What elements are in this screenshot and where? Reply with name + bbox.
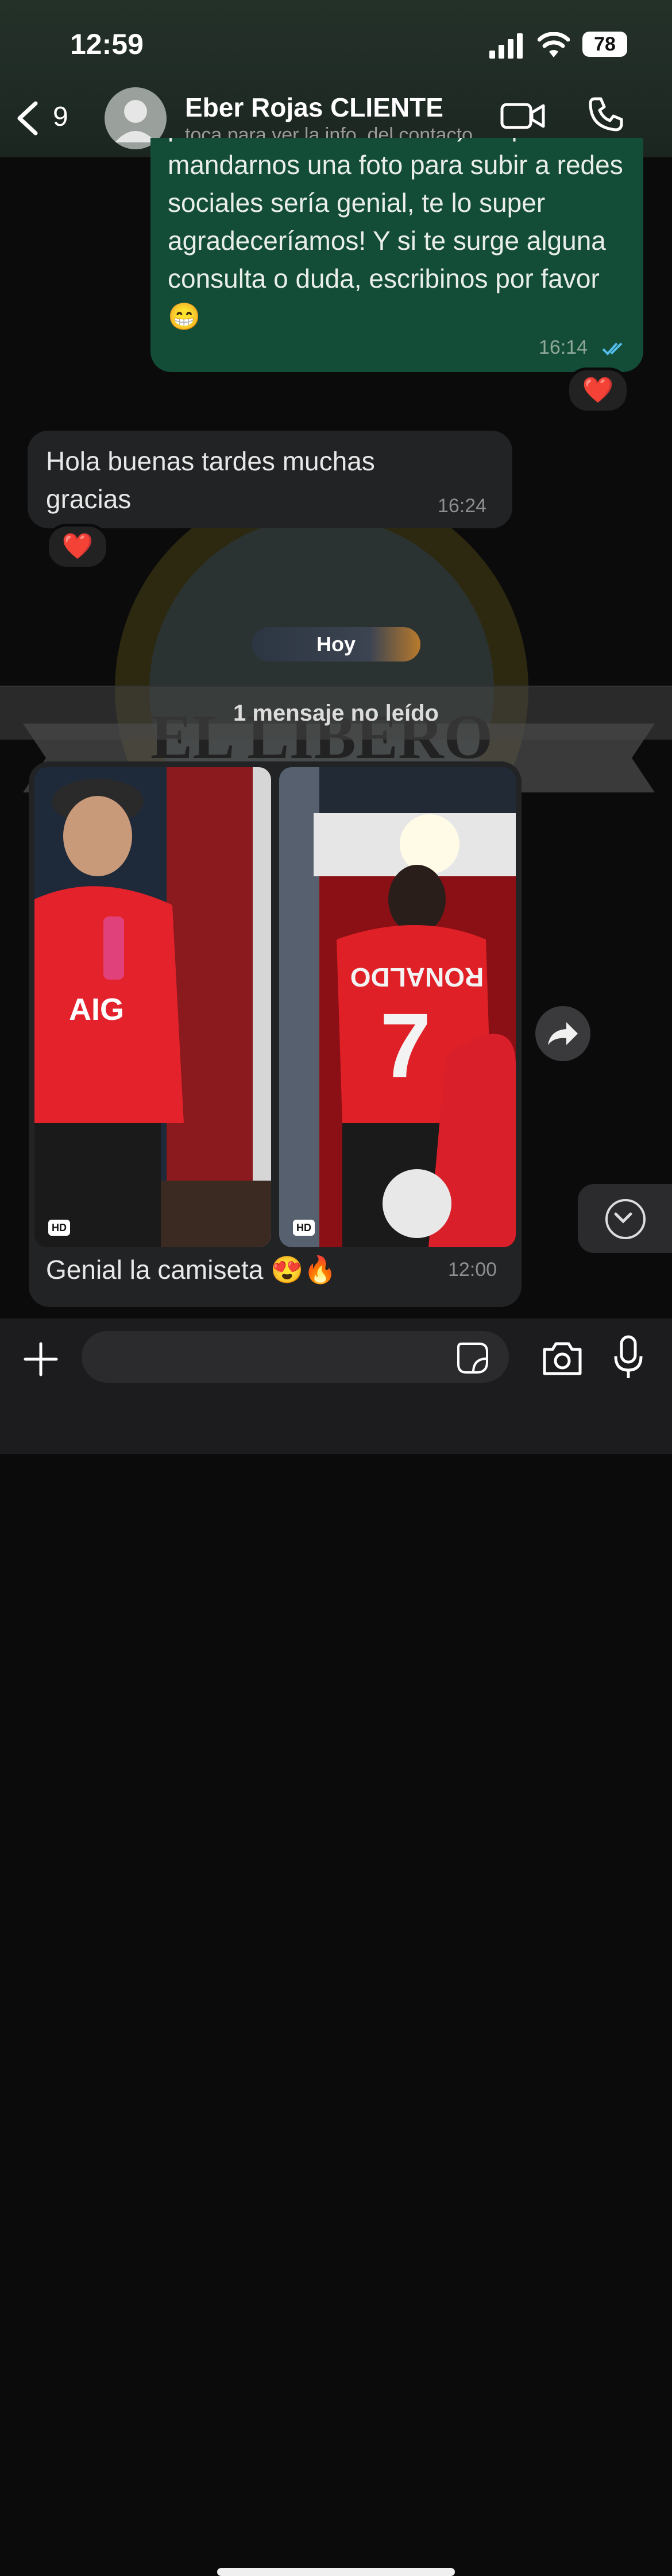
message-time: 12:00: [448, 1259, 497, 1281]
incoming-message[interactable]: Hola buenas tardes muchas gracias 16:24: [28, 431, 512, 528]
message-composer: [0, 1318, 672, 2576]
forward-arrow-icon: [548, 1022, 578, 1045]
home-indicator: [217, 2568, 455, 2576]
shirt-sponsor-text: AIG: [69, 992, 124, 1027]
incoming-media-message[interactable]: AIG HD RONALDO 7 HD Genial la camiseta 😍…: [29, 761, 522, 1307]
shirt-name-text: RONALDO: [350, 962, 484, 992]
wifi-icon: [538, 32, 570, 57]
phone-call-icon[interactable]: [587, 95, 625, 133]
message-time: 16:24: [438, 495, 487, 517]
date-separator: Hoy: [252, 627, 420, 662]
message-text: personal de encomienda). Si podes mandar…: [168, 138, 623, 331]
plus-icon[interactable]: [22, 1340, 60, 1378]
back-chevron-icon[interactable]: [14, 101, 43, 136]
forward-button[interactable]: [535, 1006, 590, 1061]
read-ticks-icon: [602, 342, 623, 355]
signal-icon: [489, 33, 523, 59]
message-text: Hola buenas tardes muchas gracias: [46, 446, 375, 514]
photo-thumbnail[interactable]: RONALDO 7 HD: [279, 767, 516, 1247]
message-input[interactable]: [82, 1331, 509, 1383]
camera-icon[interactable]: [541, 1340, 584, 1376]
unread-chats-count[interactable]: 9: [53, 101, 68, 133]
scroll-to-bottom-button[interactable]: [578, 1184, 672, 1253]
chevron-down-icon: [605, 1199, 646, 1239]
media-caption: Genial la camiseta 😍🔥: [46, 1255, 337, 1285]
outgoing-message[interactable]: personal de encomienda). Si podes mandar…: [150, 138, 643, 372]
shirt-number-text: 7: [380, 994, 431, 1097]
microphone-icon[interactable]: [612, 1335, 644, 1380]
message-time: 16:14: [539, 336, 588, 358]
chat-header: 12:59 78 9 Eber Rojas CLIENTE toca para …: [0, 0, 672, 157]
contact-name[interactable]: Eber Rojas CLIENTE: [185, 92, 443, 123]
hd-badge: HD: [48, 1220, 70, 1236]
sticker-icon[interactable]: [456, 1341, 489, 1375]
video-call-icon[interactable]: [500, 99, 546, 133]
reaction-heart[interactable]: ❤️: [566, 368, 629, 413]
battery-indicator: 78: [582, 32, 627, 57]
hd-badge: HD: [293, 1220, 315, 1236]
reaction-heart[interactable]: ❤️: [46, 524, 109, 570]
status-time: 12:59: [70, 28, 144, 60]
unread-separator: 1 mensaje no leído: [0, 686, 672, 740]
photo-thumbnail[interactable]: AIG HD: [34, 767, 271, 1247]
